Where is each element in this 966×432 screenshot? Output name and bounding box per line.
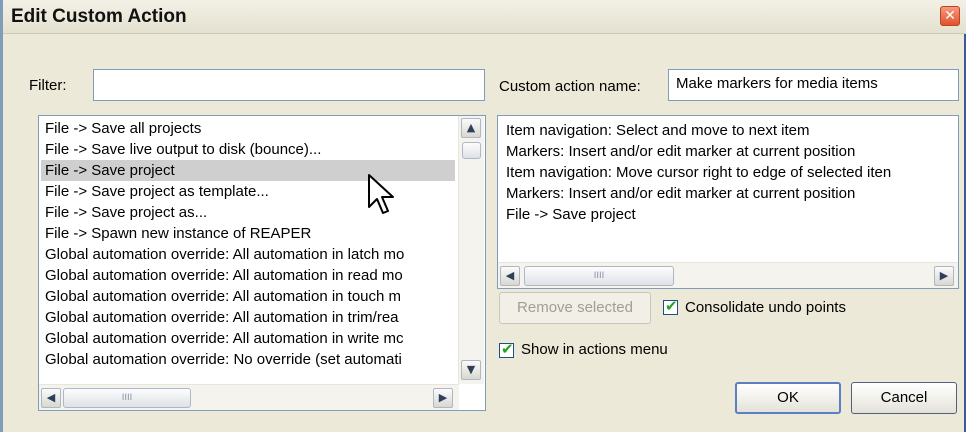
custom-action-name-input[interactable]: Make markers for media items — [668, 69, 959, 101]
arrow-pointer-icon — [368, 174, 394, 214]
custom-actions-list-items: Item navigation: Select and move to next… — [506, 120, 952, 225]
actions-vertical-scrollbar[interactable]: ▲ ▼ — [458, 116, 484, 384]
actions-list-items: File -> Save all projects File -> Save li… — [41, 118, 455, 370]
dialog-content: Filter: Custom action name: Make markers… — [13, 42, 961, 426]
title-bar: Edit Custom Action ✕ — [3, 0, 966, 34]
consolidate-undo-checkbox[interactable]: ✔ — [663, 297, 678, 315]
show-in-actions-menu-checkbox[interactable]: ✔ — [499, 340, 514, 358]
scroll-left-button[interactable]: ◀ — [500, 266, 520, 286]
list-item[interactable]: File -> Spawn new instance of REAPER — [41, 223, 455, 244]
list-item[interactable]: File -> Save all projects — [41, 118, 455, 139]
actions-horizontal-scrollbar[interactable]: ◀ IIII ▶ — [39, 384, 459, 410]
list-item[interactable]: Markers: Insert and/or edit marker at cu… — [506, 141, 952, 162]
list-item[interactable]: File -> Save project — [506, 204, 952, 225]
scroll-horizontal-thumb[interactable]: IIII — [63, 388, 191, 408]
custom-actions-listbox[interactable]: Item navigation: Select and move to next… — [497, 115, 959, 289]
list-item[interactable]: Item navigation: Move cursor right to ed… — [506, 162, 952, 183]
consolidate-undo-label: Consolidate undo points — [685, 299, 846, 316]
filter-label: Filter: — [29, 77, 67, 94]
checkmark-icon: ✔ — [665, 297, 678, 315]
scroll-down-button[interactable]: ▼ — [461, 360, 481, 380]
ok-button[interactable]: OK — [735, 382, 841, 414]
scroll-vertical-thumb[interactable] — [462, 142, 481, 159]
list-item[interactable]: Global automation override: All automati… — [41, 265, 455, 286]
edit-custom-action-window: Edit Custom Action ✕ Filter: Custom acti… — [0, 0, 966, 432]
scroll-left-button[interactable]: ◀ — [41, 388, 61, 408]
custom-action-name-label: Custom action name: — [499, 78, 641, 95]
scroll-horizontal-thumb[interactable]: IIII — [524, 266, 674, 286]
list-item[interactable]: Global automation override: All automati… — [41, 307, 455, 328]
cancel-button[interactable]: Cancel — [851, 382, 957, 414]
filter-input[interactable] — [93, 69, 485, 101]
list-item[interactable]: Global automation override: No override … — [41, 349, 455, 370]
list-item[interactable]: Markers: Insert and/or edit marker at cu… — [506, 183, 952, 204]
remove-selected-button[interactable]: Remove selected — [499, 292, 651, 324]
window-title: Edit Custom Action — [11, 6, 187, 27]
list-item[interactable]: Global automation override: All automati… — [41, 286, 455, 307]
list-item[interactable]: Item navigation: Select and move to next… — [506, 120, 952, 141]
list-item[interactable]: Global automation override: All automati… — [41, 244, 455, 265]
list-item[interactable]: Global automation override: All automati… — [41, 328, 455, 349]
custom-actions-horizontal-scrollbar[interactable]: ◀ IIII ▶ — [498, 262, 958, 288]
close-button[interactable]: ✕ — [940, 6, 960, 26]
scroll-up-button[interactable]: ▲ — [461, 118, 481, 138]
list-item[interactable]: File -> Save live output to disk (bounce… — [41, 139, 455, 160]
scroll-right-button[interactable]: ▶ — [433, 388, 453, 408]
actions-listbox[interactable]: File -> Save all projects File -> Save li… — [38, 115, 486, 411]
checkmark-icon: ✔ — [501, 340, 514, 358]
show-in-actions-menu-label: Show in actions menu — [521, 341, 668, 358]
scroll-right-button[interactable]: ▶ — [934, 266, 954, 286]
